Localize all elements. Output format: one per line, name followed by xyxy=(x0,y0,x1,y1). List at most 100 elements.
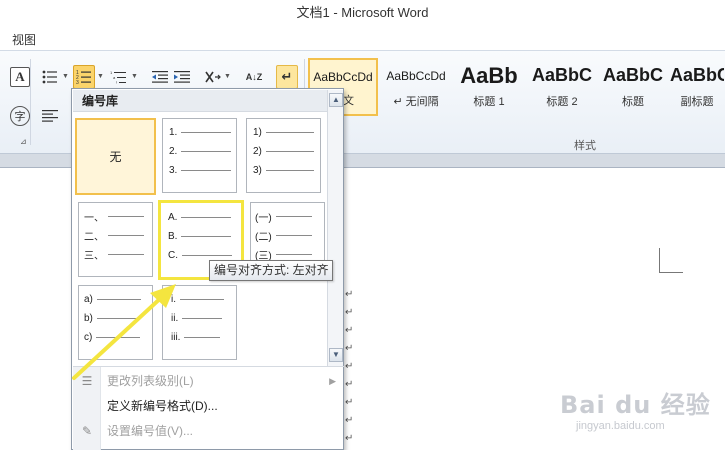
cell-line: 1) xyxy=(253,125,314,139)
multilevel-dropdown-arrow[interactable]: ▼ xyxy=(131,73,138,80)
styles-gallery: AaBbCcDd 正文 AaBbCcDd ↵ 无间隔 AaBb 标题 1 AaB… xyxy=(308,58,725,116)
decrease-indent-button[interactable] xyxy=(150,67,170,87)
number-label: A. xyxy=(168,211,178,223)
number-label: B. xyxy=(168,230,178,242)
number-label: (二) xyxy=(255,231,272,243)
number-label: 3) xyxy=(253,164,262,176)
multilevel-list-icon: 1 a i xyxy=(110,70,126,84)
cell-line: (三) xyxy=(255,247,312,262)
numbering-format-arabic-period[interactable]: 1. 2. 3. xyxy=(162,118,237,193)
chinese-layout-icon xyxy=(205,71,221,83)
sort-button[interactable]: A↓Z xyxy=(244,67,264,87)
numbering-format-lower-letter-paren[interactable]: a) b) c) xyxy=(78,285,153,360)
cell-line: 3. xyxy=(169,163,232,177)
line-rule xyxy=(181,150,232,152)
paragraph-mark: ↵ xyxy=(345,379,354,390)
svg-text:3: 3 xyxy=(76,80,79,85)
bullets-dropdown-arrow[interactable]: ▼ xyxy=(62,73,69,80)
watermark-main: Bai du 经验 xyxy=(560,391,711,419)
paragraph-mark: ↵ xyxy=(345,397,354,408)
cell-line: 2. xyxy=(169,144,232,158)
enclose-character-button[interactable]: 字 xyxy=(10,106,30,126)
line-rule xyxy=(96,317,141,319)
line-rule xyxy=(182,254,232,256)
style-sample: AaBbC xyxy=(670,65,724,85)
set-numbering-value-item[interactable]: ✎ 设置编号值(V)... xyxy=(73,418,344,444)
bullets-button[interactable] xyxy=(40,67,60,87)
numbering-format-chinese-comma[interactable]: 一、 二、 三、 xyxy=(78,202,153,277)
numbering-format-lower-roman[interactable]: i. ii. iii. xyxy=(162,285,237,360)
phonetic-glyph: 字 xyxy=(14,111,26,123)
number-label: 一、 xyxy=(84,212,104,224)
menu-bar: 视图 xyxy=(0,26,725,50)
chinese-layout-dropdown-arrow[interactable]: ▼ xyxy=(224,73,231,80)
style-title[interactable]: AaBbC 标题 xyxy=(598,58,668,116)
number-label: 3. xyxy=(169,164,178,176)
line-rule xyxy=(96,298,141,300)
paragraph-mark: ↵ xyxy=(345,343,354,354)
gallery-scrollbar[interactable]: ▲ ▼ xyxy=(327,90,343,366)
line-rule xyxy=(181,131,232,133)
paragraph-mark: ↵ xyxy=(345,325,354,336)
align-left-button[interactable] xyxy=(40,106,60,126)
number-label: iii. xyxy=(171,331,181,343)
numbering-dropdown-arrow[interactable]: ▼ xyxy=(97,73,104,80)
cell-line: iii. xyxy=(171,330,221,344)
cell-line: ii. xyxy=(171,311,223,325)
set-value-icon: ✎ xyxy=(81,424,93,438)
scroll-up-button[interactable]: ▲ xyxy=(329,93,343,107)
group-divider xyxy=(30,59,31,145)
numbering-none-cell[interactable]: 无 xyxy=(75,118,156,195)
line-rule xyxy=(275,215,312,217)
numbering-button[interactable]: 1 2 3 xyxy=(73,65,95,89)
number-label: (一) xyxy=(255,212,272,224)
numbering-icon: 1 2 3 xyxy=(76,70,91,85)
cell-line: i. xyxy=(171,292,224,306)
style-heading-2[interactable]: AaBbC 标题 2 xyxy=(527,58,597,116)
cell-line: 3) xyxy=(253,163,314,177)
numbering-format-arabic-paren[interactable]: 1) 2) 3) xyxy=(246,118,321,193)
number-label: 三、 xyxy=(84,250,104,262)
cell-line: a) xyxy=(84,292,141,306)
line-rule xyxy=(181,235,232,237)
character-border-button[interactable]: AA xyxy=(10,67,30,87)
cell-line: 2) xyxy=(253,144,314,158)
cell-line: A. xyxy=(168,210,232,224)
multilevel-list-button[interactable]: 1 a i xyxy=(109,67,129,87)
define-new-format-item[interactable]: 定义新编号格式(D)... xyxy=(73,393,344,419)
scroll-down-button[interactable]: ▼ xyxy=(329,348,343,362)
menu-separator xyxy=(73,366,344,367)
style-subtitle[interactable]: AaBbC 副标题 xyxy=(669,58,725,116)
change-list-level-item[interactable]: ☰ 更改列表级别(L) ▶ xyxy=(73,368,344,394)
number-label: 二、 xyxy=(84,231,104,243)
styles-group-label: 样式 xyxy=(574,140,596,152)
line-rule xyxy=(265,150,314,152)
change-list-level-label: 更改列表级别(L) xyxy=(107,374,194,388)
decrease-indent-icon xyxy=(152,71,168,83)
line-rule xyxy=(184,336,221,338)
number-label: b) xyxy=(84,312,93,324)
style-heading-1[interactable]: AaBb 标题 1 xyxy=(454,58,524,116)
line-rule xyxy=(108,253,144,255)
menu-view[interactable]: 视图 xyxy=(12,31,36,48)
watermark-sub: jingyan.baidu.com xyxy=(576,420,665,432)
paragraph-mark: ↵ xyxy=(345,415,354,426)
baidu-watermark: Bai du 经验 jingyan.baidu.com xyxy=(560,385,711,432)
paragraph-mark: ↵ xyxy=(345,307,354,318)
submenu-arrow-icon: ▶ xyxy=(329,376,336,386)
style-no-spacing[interactable]: AaBbCcDd ↵ 无间隔 xyxy=(381,58,451,116)
line-rule xyxy=(275,234,312,236)
chinese-layout-button[interactable] xyxy=(203,67,223,87)
number-label: C. xyxy=(168,249,178,261)
number-label: 1. xyxy=(169,126,178,138)
increase-indent-button[interactable] xyxy=(172,67,192,87)
cell-line: b) xyxy=(84,311,141,325)
style-name: 标题 xyxy=(622,96,644,108)
page-corner-mark xyxy=(659,248,683,273)
number-label: c) xyxy=(84,331,93,343)
show-formatting-marks-button[interactable]: ↵ xyxy=(276,65,298,89)
style-name: ↵ 无间隔 xyxy=(393,96,439,108)
line-rule xyxy=(180,298,224,300)
style-sample: AaBbCcDd xyxy=(386,69,446,83)
font-group-launcher[interactable]: ⊿ xyxy=(20,137,27,146)
